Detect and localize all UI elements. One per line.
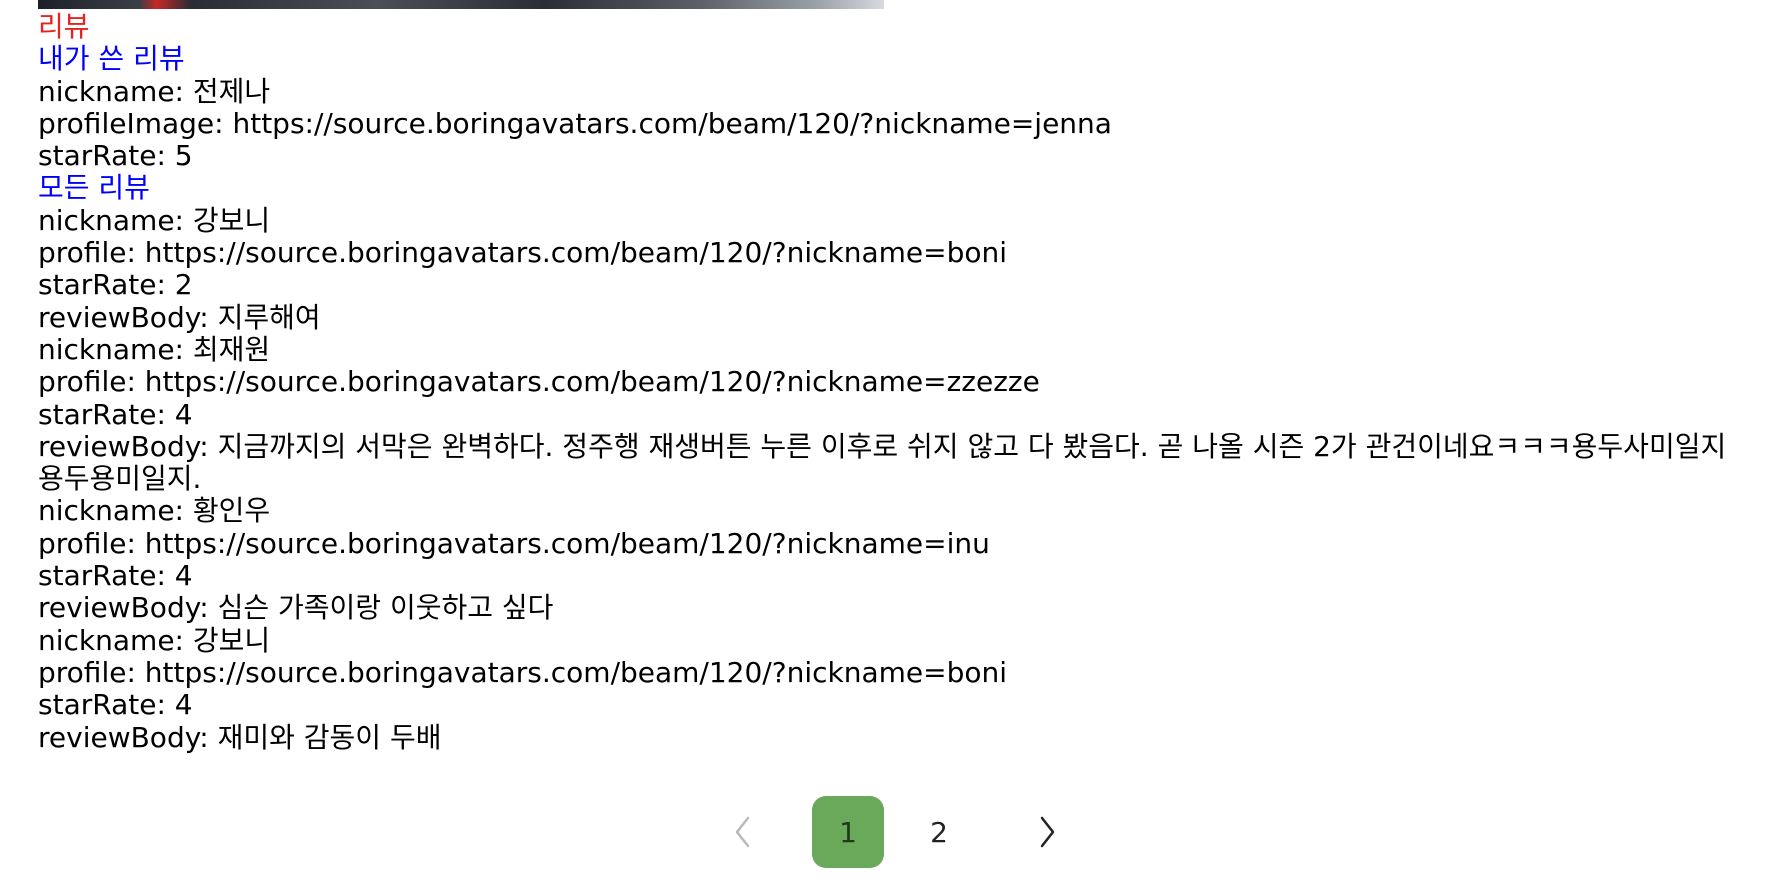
review-nickname: nickname: 강보니: [38, 623, 271, 657]
my-review-profile-image: profileImage: https://source.boringavata…: [38, 106, 1112, 140]
review-nickname: nickname: 황인우: [38, 494, 271, 528]
review-nickname: nickname: 강보니: [38, 203, 271, 237]
review-profile: profile: https://source.boringavatars.co…: [38, 236, 1008, 270]
page-button-1[interactable]: 1: [812, 796, 884, 868]
next-page-button[interactable]: [1011, 796, 1083, 868]
pagination: 1 2: [0, 796, 1790, 868]
review-body: reviewBody: 재미와 감동이 두배: [38, 720, 442, 754]
section-title: 리뷰: [38, 10, 90, 43]
chevron-right-icon: [1037, 815, 1057, 849]
my-review-star-rate: starRate: 5: [38, 139, 193, 173]
review-star-rate: starRate: 4: [38, 397, 193, 431]
review-nickname: nickname: 최재원: [38, 332, 271, 366]
review-section: 리뷰 내가 쓴 리뷰 nickname: 전제나 profileImage: h…: [38, 10, 1758, 754]
review-profile: profile: https://source.boringavatars.co…: [38, 365, 1040, 399]
prev-page-button[interactable]: [707, 796, 779, 868]
review-star-rate: starRate: 4: [38, 559, 193, 593]
review-body: reviewBody: 심슨 가족이랑 이웃하고 싶다: [38, 591, 554, 625]
review-profile: profile: https://source.boringavatars.co…: [38, 655, 1008, 689]
my-review-nickname: nickname: 전제나: [38, 74, 271, 108]
review-body: reviewBody: 지루해여: [38, 300, 321, 334]
review-item: nickname: 최재원 profile: https://source.bo…: [38, 332, 1758, 496]
review-body: reviewBody: 지금까지의 서막은 완벽하다. 정주행 재생버튼 누른 …: [38, 429, 1727, 496]
review-item: nickname: 황인우 profile: https://source.bo…: [38, 495, 1758, 624]
page-button-2[interactable]: 2: [903, 796, 975, 868]
review-item: nickname: 강보니 profile: https://source.bo…: [38, 623, 1758, 754]
review-star-rate: starRate: 2: [38, 268, 193, 302]
chevron-left-icon: [733, 815, 753, 849]
review-star-rate: starRate: 4: [38, 688, 193, 722]
all-reviews-heading: 모든 리뷰: [38, 171, 150, 205]
review-profile: profile: https://source.boringavatars.co…: [38, 526, 990, 560]
poster-image-strip: [38, 0, 884, 9]
my-review-heading: 내가 쓴 리뷰: [38, 42, 185, 76]
review-item: nickname: 강보니 profile: https://source.bo…: [38, 203, 1758, 334]
